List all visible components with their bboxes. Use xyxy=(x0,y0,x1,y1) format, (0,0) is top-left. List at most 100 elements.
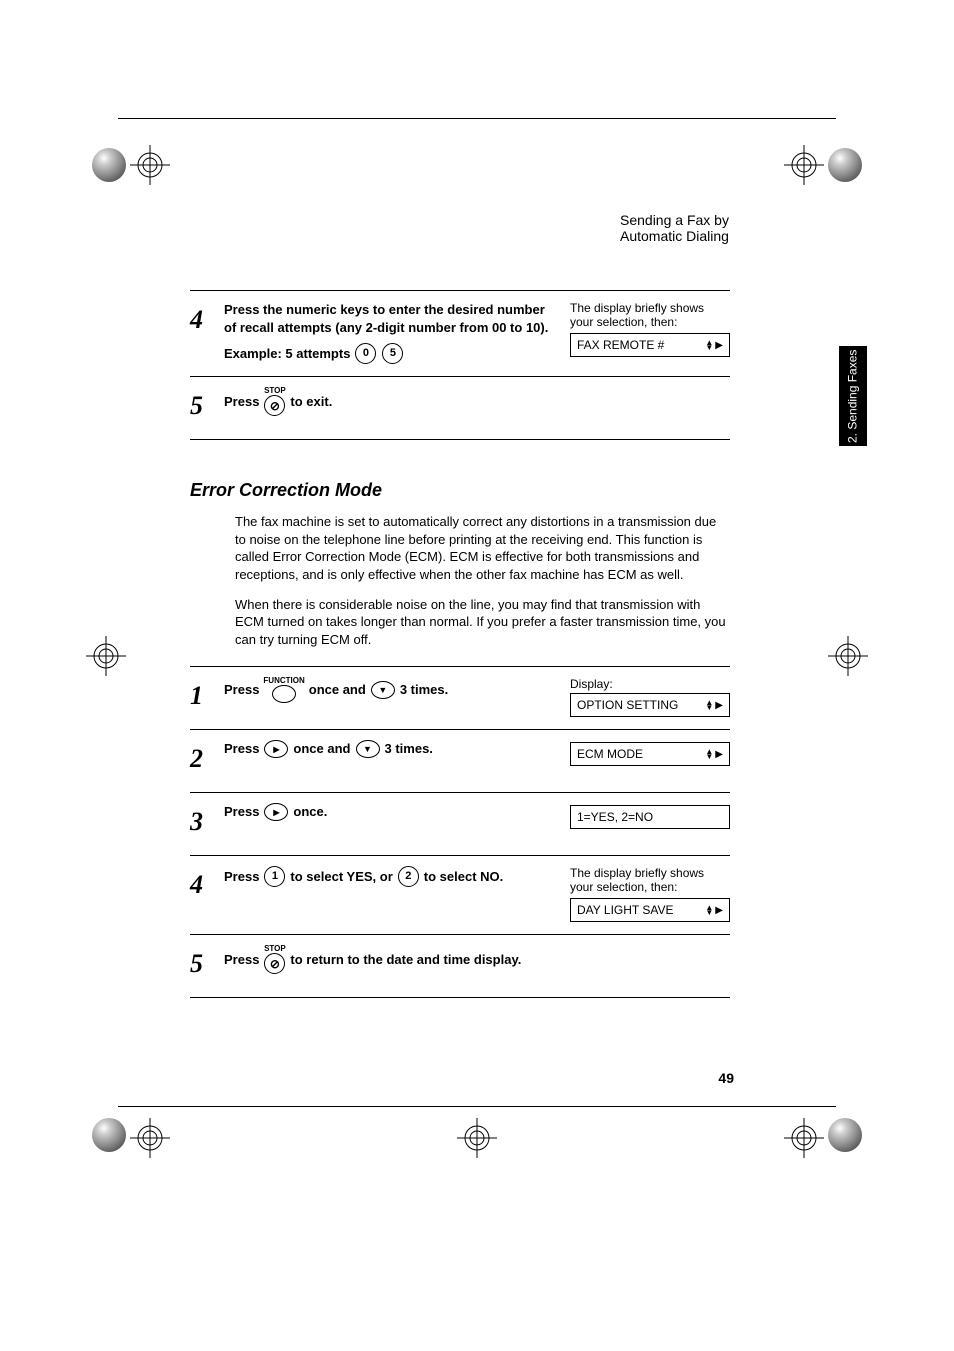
step-text: Press xyxy=(224,951,259,969)
step-row: 5 Press STOP to return to the date and t… xyxy=(190,935,730,998)
steps-table: 1 Press FUNCTION once and ▼ 3 times. Dis… xyxy=(190,666,730,998)
step-instruction: Press STOP to return to the date and tim… xyxy=(224,945,730,974)
nav-arrows-icon: ▲▼▶ xyxy=(705,700,723,711)
section-paragraph: The fax machine is set to automatically … xyxy=(235,513,730,583)
top-steps-block: 4 Press the numeric keys to enter the de… xyxy=(190,290,730,440)
key-label: STOP xyxy=(264,387,286,395)
crop-line xyxy=(118,1106,836,1107)
nav-arrows-icon: ▲▼▶ xyxy=(705,340,723,351)
nav-arrows-icon: ▲▼▶ xyxy=(705,749,723,760)
numeric-key-icon: 0 xyxy=(355,343,376,364)
display-text: OPTION SETTING xyxy=(577,698,678,712)
step-text: 3 times. xyxy=(385,740,433,758)
step-text: once and xyxy=(309,681,366,699)
down-arrow-key-icon: ▼ xyxy=(371,681,395,699)
key-label: FUNCTION xyxy=(263,677,304,685)
section-tab-label: 2. Sending Faxes xyxy=(847,349,860,442)
numeric-key-icon: 5 xyxy=(382,343,403,364)
step-instruction: Press 1 to select YES, or 2 to select NO… xyxy=(224,866,570,887)
step-instruction: Press STOP to exit. xyxy=(224,387,570,416)
lcd-display: DAY LIGHT SAVE ▲▼▶ xyxy=(570,898,730,922)
display-text: DAY LIGHT SAVE xyxy=(577,903,673,917)
step-row: 3 Press ▶ once. 1=YES, 2=NO xyxy=(190,793,730,856)
manual-page: 2. Sending Faxes Sending a Fax by Automa… xyxy=(0,0,954,1351)
crosshair-icon xyxy=(457,1118,497,1158)
step-row: 4 Press 1 to select YES, or 2 to select … xyxy=(190,856,730,935)
page-number: 49 xyxy=(718,1070,734,1086)
step-text: once. xyxy=(293,803,327,821)
step-row: 4 Press the numeric keys to enter the de… xyxy=(190,291,730,377)
register-sphere-icon xyxy=(92,1118,126,1152)
step-text: to select NO. xyxy=(424,868,503,886)
step-result: 1=YES, 2=NO xyxy=(570,803,730,829)
step-example-label: Example: 5 attempts xyxy=(224,345,350,363)
step-text: Press xyxy=(224,681,259,699)
step-number: 5 xyxy=(190,387,224,419)
section-tab: 2. Sending Faxes xyxy=(839,346,867,446)
stop-key-icon: STOP xyxy=(263,387,286,416)
blank-oval-key-icon xyxy=(272,685,296,703)
display-text: 1=YES, 2=NO xyxy=(577,810,653,824)
display-text: FAX REMOTE # xyxy=(577,338,664,352)
step-number: 4 xyxy=(190,866,224,898)
result-label: Display: xyxy=(570,677,730,691)
step-text: Press xyxy=(224,803,259,821)
key-label: STOP xyxy=(264,945,286,953)
function-key-icon: FUNCTION xyxy=(263,677,304,703)
step-text: to select YES, or xyxy=(290,868,392,886)
step-number: 2 xyxy=(190,740,224,772)
register-sphere-icon xyxy=(828,148,862,182)
crosshair-icon xyxy=(828,636,868,676)
crosshair-icon xyxy=(784,1118,824,1158)
step-instruction: Press ▶ once and ▼ 3 times. xyxy=(224,740,570,758)
step-result: Display: OPTION SETTING ▲▼▶ xyxy=(570,677,730,717)
step-text: Press xyxy=(224,393,259,411)
step-number: 4 xyxy=(190,301,224,333)
down-arrow-key-icon: ▼ xyxy=(356,740,380,758)
step-result: The display briefly shows your selection… xyxy=(570,866,730,922)
step-text: to exit. xyxy=(290,393,332,411)
step-result: The display briefly shows your selection… xyxy=(570,301,730,357)
step-instruction: Press the numeric keys to enter the desi… xyxy=(224,301,570,364)
step-instruction: Press FUNCTION once and ▼ 3 times. xyxy=(224,677,570,703)
lcd-display: 1=YES, 2=NO xyxy=(570,805,730,829)
register-sphere-icon xyxy=(92,148,126,182)
result-note: The display briefly shows your selection… xyxy=(570,866,730,894)
crop-line xyxy=(118,118,836,119)
step-text: once and xyxy=(293,740,350,758)
step-text: Press the numeric keys to enter the desi… xyxy=(224,301,560,337)
crosshair-icon xyxy=(784,145,824,185)
step-result: ECM MODE ▲▼▶ xyxy=(570,740,730,766)
nav-arrows-icon: ▲▼▶ xyxy=(705,905,723,916)
crosshair-icon xyxy=(130,145,170,185)
step-row: 1 Press FUNCTION once and ▼ 3 times. Dis… xyxy=(190,667,730,730)
step-number: 3 xyxy=(190,803,224,835)
section-heading: Error Correction Mode xyxy=(190,480,730,501)
stop-symbol-icon xyxy=(264,395,285,416)
numeric-key-icon: 1 xyxy=(264,866,285,887)
step-text: to return to the date and time display. xyxy=(290,951,521,969)
numeric-key-icon: 2 xyxy=(398,866,419,887)
step-number: 5 xyxy=(190,945,224,977)
running-header: Sending a Fax by Automatic Dialing xyxy=(620,212,730,244)
lcd-display: OPTION SETTING ▲▼▶ xyxy=(570,693,730,717)
step-row: 2 Press ▶ once and ▼ 3 times. ECM MODE ▲… xyxy=(190,730,730,793)
section-paragraph: When there is considerable noise on the … xyxy=(235,596,730,649)
lcd-display: ECM MODE ▲▼▶ xyxy=(570,742,730,766)
step-text: Press xyxy=(224,868,259,886)
display-text: ECM MODE xyxy=(577,747,643,761)
right-arrow-key-icon: ▶ xyxy=(264,740,288,758)
stop-key-icon: STOP xyxy=(263,945,286,974)
right-arrow-key-icon: ▶ xyxy=(264,803,288,821)
stop-symbol-icon xyxy=(264,953,285,974)
page-content: Sending a Fax by Automatic Dialing 4 Pre… xyxy=(190,220,730,998)
register-sphere-icon xyxy=(828,1118,862,1152)
lcd-display: FAX REMOTE # ▲▼▶ xyxy=(570,333,730,357)
step-text: Press xyxy=(224,740,259,758)
result-note: The display briefly shows your selection… xyxy=(570,301,730,329)
crosshair-icon xyxy=(130,1118,170,1158)
step-text: 3 times. xyxy=(400,681,448,699)
step-number: 1 xyxy=(190,677,224,709)
step-instruction: Press ▶ once. xyxy=(224,803,570,821)
crosshair-icon xyxy=(86,636,126,676)
